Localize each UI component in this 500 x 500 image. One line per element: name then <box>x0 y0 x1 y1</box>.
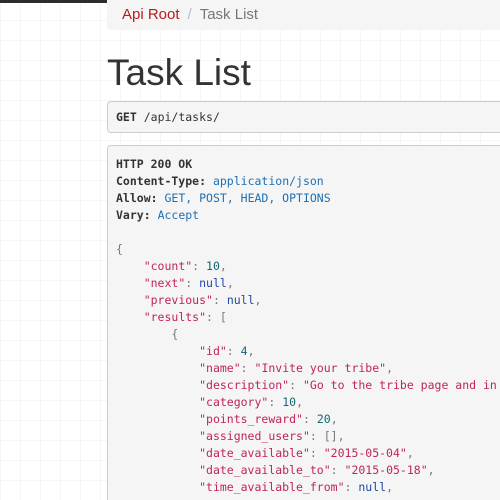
breadcrumb-current: Task List <box>199 6 259 23</box>
response-status: HTTP 200 OK <box>116 157 193 171</box>
json-value-time-available-from: null <box>358 480 387 494</box>
json-value-previous: null <box>226 293 255 307</box>
breadcrumb-separator: / <box>187 6 192 23</box>
response-info: HTTP 200 OK Content-Type: application/js… <box>107 145 500 500</box>
json-value-count: 10 <box>206 259 220 273</box>
json-value-name: "Invite your tribe" <box>254 361 387 375</box>
page-title: Task List <box>107 52 251 93</box>
json-value-points-reward: 20 <box>316 412 331 426</box>
header-value: GET, POST, HEAD, OPTIONS <box>164 191 331 205</box>
header-value: Accept <box>157 208 200 222</box>
header-name: Content-Type: <box>116 174 207 188</box>
breadcrumb-link-api-root[interactable]: Api Root <box>122 6 180 23</box>
json-results-open: [ <box>219 310 227 324</box>
header-name: Allow: <box>116 191 158 205</box>
json-value-category: 10 <box>282 395 297 409</box>
json-value-next: null <box>199 276 227 290</box>
request-path: /api/tasks/ <box>143 110 220 124</box>
header-name: Vary: <box>116 208 151 222</box>
breadcrumb: Api Root / Task List <box>107 0 500 30</box>
json-value-description: "Go to the tribe page and in <box>302 378 497 392</box>
json-value-date-available: "2015-05-04" <box>323 446 407 460</box>
json-value-assigned-users: [] <box>323 429 338 443</box>
request-method: GET <box>116 110 137 124</box>
request-info: GET /api/tasks/ <box>107 101 500 133</box>
json-value-date-available-to: "2015-05-18" <box>344 463 428 477</box>
json-value-id: 4 <box>240 344 248 358</box>
header-value: application/json <box>212 174 324 188</box>
